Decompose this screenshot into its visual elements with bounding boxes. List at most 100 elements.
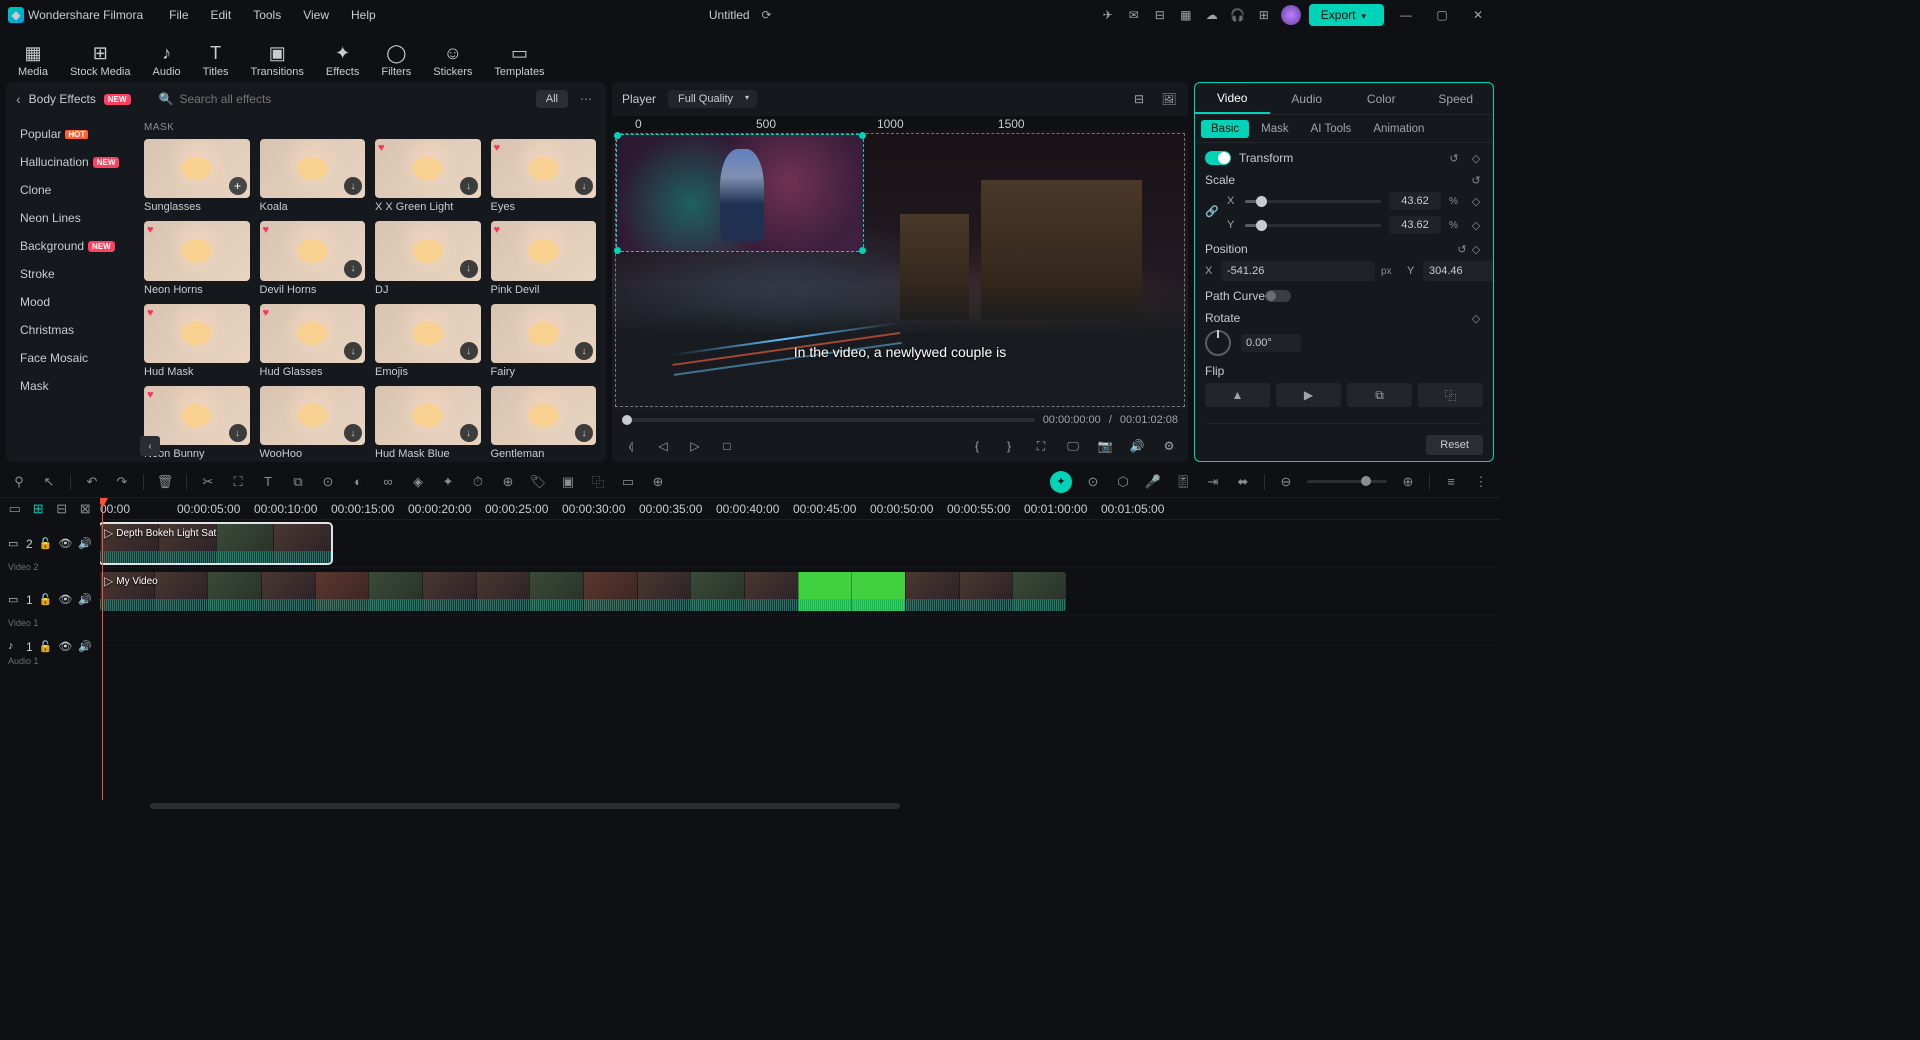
track-opt-4-icon[interactable]: ⊠ [77, 500, 95, 518]
favorite-icon[interactable]: ♥ [147, 389, 161, 403]
menu-edit[interactable]: Edit [201, 4, 242, 26]
track-opt-2-icon[interactable]: ⊞ [30, 500, 48, 518]
scrub-bar[interactable] [622, 418, 1035, 422]
send-icon[interactable]: ✈ [1099, 6, 1117, 24]
delete-icon[interactable]: 🗑 [156, 473, 174, 491]
compare-view-icon[interactable]: ⊟ [1130, 90, 1148, 108]
maximize-button[interactable]: ▢ [1428, 5, 1456, 25]
effect-card[interactable]: ↓Fairy [491, 304, 597, 378]
device-icon[interactable]: ⊟ [1151, 6, 1169, 24]
collapse-sidebar-button[interactable]: ‹ [140, 436, 160, 456]
marker-icon[interactable]: ⬡ [1114, 473, 1132, 491]
cut-icon[interactable]: ✂ [199, 473, 217, 491]
mic-icon[interactable]: 🎤 [1144, 473, 1162, 491]
category-popular[interactable]: PopularHOT [6, 120, 134, 148]
effect-card[interactable]: ↓Gentleman [491, 386, 597, 460]
add-icon[interactable]: + [229, 177, 247, 195]
category-stroke[interactable]: Stroke [6, 260, 134, 288]
link-clip-icon[interactable]: ⬌ [1234, 473, 1252, 491]
inspector-tab-video[interactable]: Video [1195, 83, 1270, 114]
text-icon[interactable]: T [259, 473, 277, 491]
effect-card[interactable]: ↓Koala [260, 139, 366, 213]
transform-toggle[interactable] [1205, 151, 1231, 165]
reset-icon[interactable]: ↺ [1447, 151, 1461, 165]
messages-icon[interactable]: ✉ [1125, 6, 1143, 24]
close-button[interactable]: ✕ [1464, 5, 1492, 25]
ai-button[interactable]: ✦ [1050, 471, 1072, 493]
category-clone[interactable]: Clone [6, 176, 134, 204]
image-mode-icon[interactable]: 🖼 [1160, 90, 1178, 108]
download-icon[interactable]: ↓ [344, 424, 362, 442]
color-icon[interactable]: ◐ [349, 473, 367, 491]
selected-clip-overlay[interactable] [616, 134, 864, 252]
prev-frame-button[interactable]: ⦉ [622, 437, 640, 455]
export-range-icon[interactable]: ⇥ [1204, 473, 1222, 491]
render-icon[interactable]: ▭ [619, 473, 637, 491]
effect-card[interactable]: ♥↓X X Green Light [375, 139, 481, 213]
stop-button[interactable]: □ [718, 437, 736, 455]
link-icon[interactable]: ∞ [379, 473, 397, 491]
visibility-icon[interactable]: 👁 [58, 640, 72, 654]
lock-icon[interactable]: 🔓 [39, 537, 53, 551]
inspector-subtab-animation[interactable]: Animation [1363, 120, 1434, 138]
cloud-sync-icon[interactable]: ⟳ [758, 6, 776, 24]
list-view-icon[interactable]: ≡ [1442, 473, 1460, 491]
download-icon[interactable]: ↓ [460, 260, 478, 278]
search-input[interactable] [179, 92, 299, 106]
favorite-icon[interactable]: ♥ [494, 224, 508, 238]
track-v1[interactable]: ▷My Video [100, 568, 1500, 616]
tab-transitions[interactable]: ▣Transitions [241, 37, 314, 82]
position-x-input[interactable] [1221, 261, 1375, 281]
download-icon[interactable]: ↓ [229, 424, 247, 442]
menu-help[interactable]: Help [341, 4, 386, 26]
effect-card[interactable]: ↓WooHoo [260, 386, 366, 460]
inspector-subtab-ai-tools[interactable]: AI Tools [1301, 120, 1362, 138]
track-a1[interactable] [100, 616, 1500, 646]
reset-icon[interactable]: ↺ [1455, 242, 1469, 256]
overlay-icon[interactable]: ⿻ [589, 473, 607, 491]
speed-icon[interactable]: ⊙ [319, 473, 337, 491]
scale-y-input[interactable] [1389, 216, 1441, 234]
group-icon[interactable]: ▣ [559, 473, 577, 491]
effect-card[interactable]: ♥Hud Mask [144, 304, 250, 378]
scale-x-input[interactable] [1389, 192, 1441, 210]
tab-titles[interactable]: TTitles [193, 37, 239, 82]
mute-icon[interactable]: 🔊 [78, 537, 92, 551]
scale-y-slider[interactable] [1245, 224, 1381, 227]
effect-card[interactable]: ♥Pink Devil [491, 221, 597, 295]
quality-dropdown[interactable]: Full Quality [668, 90, 757, 108]
record-icon[interactable]: ⊙ [1084, 473, 1102, 491]
zoom-slider[interactable] [1307, 480, 1387, 483]
filter-dropdown[interactable]: All [536, 90, 568, 108]
effect-card[interactable]: ♥↓Eyes [491, 139, 597, 213]
keyframe-icon[interactable]: ◇ [1469, 151, 1483, 165]
lock-icon[interactable]: 🔓 [39, 640, 53, 654]
marker-add-icon[interactable]: ⊕ [649, 473, 667, 491]
apps-icon[interactable]: ⊞ [1255, 6, 1273, 24]
rotate-input[interactable] [1241, 334, 1301, 352]
lock-icon[interactable]: 🔓 [39, 593, 53, 607]
zoom-out-icon[interactable]: ⊖ [1277, 473, 1295, 491]
keyframe-icon[interactable]: ◇ [1469, 194, 1483, 208]
flip-vertical-button[interactable]: ▶ [1276, 383, 1341, 407]
link-icon[interactable]: 🔗 [1205, 205, 1219, 218]
motion-icon[interactable]: ◈ [409, 473, 427, 491]
copy-icon[interactable]: ⧉ [289, 473, 307, 491]
tab-effects[interactable]: ✦Effects [316, 37, 369, 82]
download-icon[interactable]: ↓ [460, 177, 478, 195]
flip-horizontal-button[interactable]: ▲ [1205, 383, 1270, 407]
tag-icon[interactable]: 🏷 [529, 473, 547, 491]
track-header-v1[interactable]: ▭1🔓👁🔊 [0, 576, 100, 624]
reset-button[interactable]: Reset [1426, 435, 1483, 455]
magnet-icon[interactable]: ⚲ [10, 473, 28, 491]
effect-card[interactable]: ♥↓Devil Horns [260, 221, 366, 295]
keyframe-add-icon[interactable]: ✦ [439, 473, 457, 491]
settings-icon[interactable]: ⚙ [1160, 437, 1178, 455]
effect-card[interactable]: +Sunglasses [144, 139, 250, 213]
keyframe-icon[interactable]: ◇ [1469, 218, 1483, 232]
favorite-icon[interactable]: ♥ [147, 224, 161, 238]
download-icon[interactable]: ↓ [344, 177, 362, 195]
download-icon[interactable]: ↓ [575, 342, 593, 360]
position-y-input[interactable] [1423, 261, 1493, 281]
mark-out-icon[interactable]: } [1000, 437, 1018, 455]
